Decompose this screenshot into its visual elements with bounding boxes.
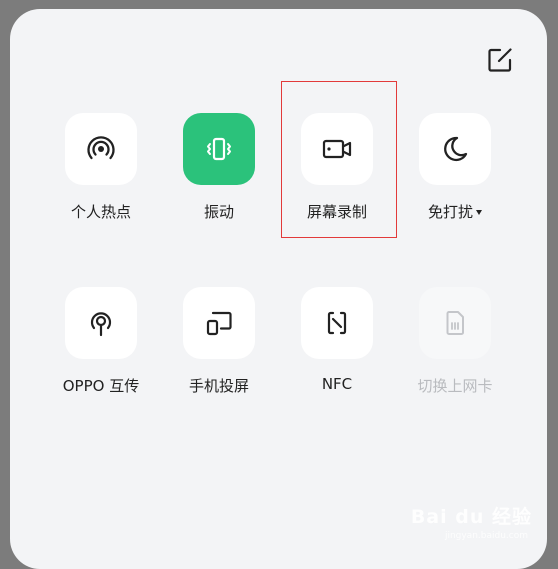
oppo-share-icon bbox=[90, 312, 112, 337]
hotspot-icon bbox=[87, 136, 115, 160]
edit-square-icon bbox=[488, 48, 512, 72]
tile-oppo-share[interactable] bbox=[65, 287, 137, 359]
nfc-icon bbox=[327, 311, 347, 335]
screen-cast-icon bbox=[206, 311, 232, 336]
dnd-label-text: 免打扰 bbox=[427, 203, 473, 221]
tile-switch-data-sim[interactable] bbox=[419, 287, 491, 359]
highlight-box bbox=[281, 81, 397, 238]
watermark-url: jingyan.baidu.com bbox=[444, 531, 528, 541]
tile-nfc[interactable] bbox=[301, 287, 373, 359]
watermark-logo: Bai du 经验 bbox=[410, 506, 532, 528]
tile-do-not-disturb[interactable] bbox=[419, 113, 491, 185]
dropdown-arrow-icon[interactable] bbox=[476, 210, 482, 215]
vibrate-icon bbox=[207, 137, 231, 161]
moon-icon bbox=[444, 136, 468, 162]
tile-vibrate[interactable] bbox=[183, 113, 255, 185]
sim-card-icon bbox=[446, 311, 464, 335]
tile-hotspot[interactable] bbox=[65, 113, 137, 185]
tile-switch-data-sim-label: 切换上网卡 bbox=[417, 377, 493, 395]
tile-do-not-disturb-label[interactable]: 免打扰 bbox=[385, 201, 525, 222]
edit-tiles-button[interactable] bbox=[486, 46, 514, 74]
tile-screen-cast[interactable] bbox=[183, 287, 255, 359]
